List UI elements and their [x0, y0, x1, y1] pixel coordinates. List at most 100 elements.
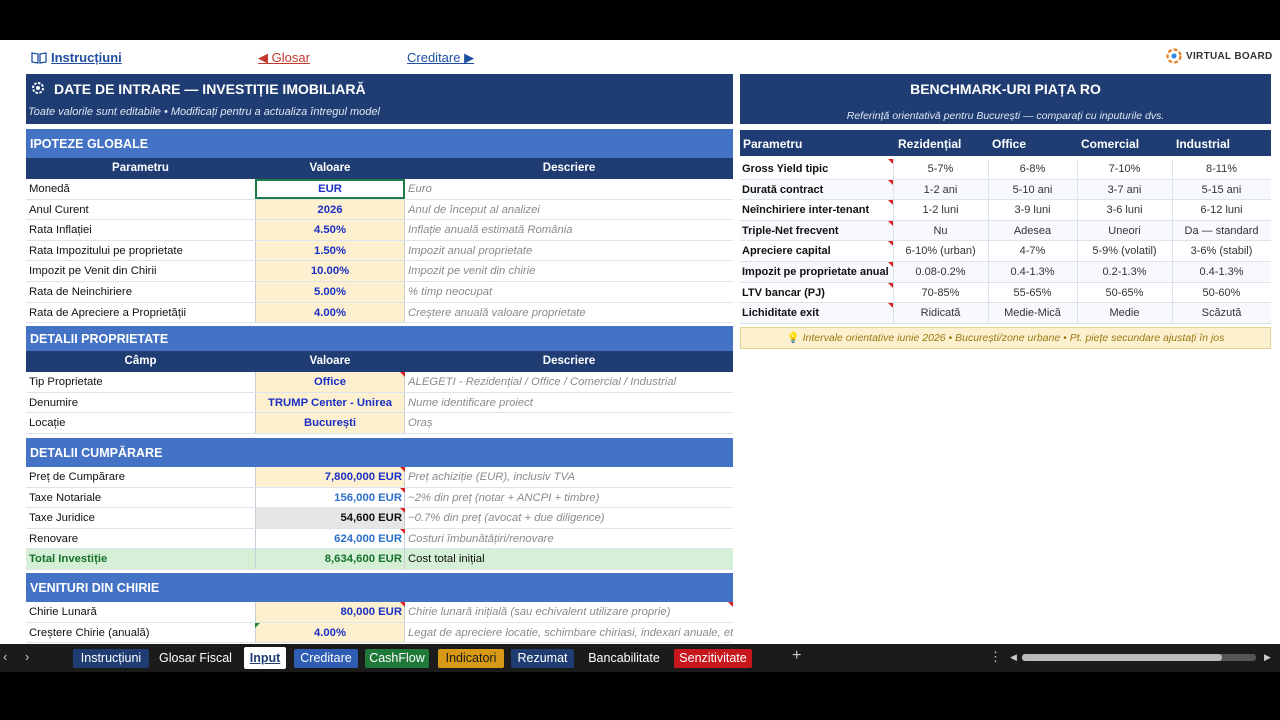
scroll-right-arrow[interactable]: ▶: [1264, 652, 1271, 663]
vacancy-input[interactable]: 5.00%: [255, 282, 405, 302]
tab-next-arrow[interactable]: ›: [25, 649, 29, 664]
location-input[interactable]: București: [255, 413, 405, 433]
row-vacancy: Rata de Neinchiriere 5.00% % timp neocup…: [26, 282, 733, 303]
back-to-glossary-link[interactable]: ◀ Glosar: [258, 50, 310, 66]
cell-desc: ALEGETI - Rezidențial / Office / Comerci…: [408, 376, 677, 388]
column-divider: [893, 241, 894, 261]
project-name-input[interactable]: TRUMP Center - Unirea: [255, 392, 405, 413]
legal-fees-value[interactable]: 54,600 EUR: [255, 508, 405, 528]
current-year-input[interactable]: 2026: [255, 199, 405, 220]
sheet-tab[interactable]: Rezumat: [511, 649, 574, 668]
currency-input[interactable]: EUR: [255, 179, 405, 199]
renovation-value[interactable]: 624,000 EUR: [255, 528, 405, 549]
logo-text: VIRTUAL BOARD: [1186, 51, 1273, 62]
sheet-tab[interactable]: Indicatori: [438, 649, 504, 668]
row-project-name: Denumire TRUMP Center - Unirea Nume iden…: [26, 392, 733, 414]
cell-label: Rata Inflației: [29, 224, 92, 237]
benchmark-cell: Scăzută: [1201, 307, 1242, 320]
benchmark-cell: 50-60%: [1202, 286, 1241, 299]
more-options-icon[interactable]: ⋮: [989, 649, 1002, 665]
cell-label: Locație: [29, 417, 66, 430]
cell-label: Rata de Neinchiriere: [29, 286, 132, 298]
sheet-tab[interactable]: Glosar Fiscal: [154, 649, 237, 668]
benchmark-cell: 3-7 ani: [1107, 183, 1142, 196]
benchmark-cell: 3-9 luni: [1014, 204, 1051, 217]
row-inflation: Rata Inflației 4.50% Inflație anuală est…: [26, 220, 733, 241]
purchase-price-input[interactable]: 7,800,000 EUR: [255, 467, 405, 487]
benchmark-cell: 50-65%: [1105, 286, 1144, 299]
global-table-header: Parametru Valoare Descriere: [26, 158, 733, 179]
sheet-tab[interactable]: Creditare: [294, 649, 358, 668]
rental-tax-input[interactable]: 10.00%: [255, 261, 405, 281]
horizontal-scrollbar-thumb[interactable]: [1022, 654, 1222, 661]
row-property-type: Tip Proprietate Office ALEGETI - Reziden…: [26, 372, 733, 393]
benchmark-row: Durată contract 1-2 ani 5-10 ani 3-7 ani 5-1…: [740, 179, 1271, 201]
column-divider: [988, 159, 989, 179]
forward-to-creditare-link[interactable]: Creditare ▶: [407, 50, 474, 66]
rent-growth-input[interactable]: 4.00%: [255, 622, 405, 643]
cell-desc: Nume identificare proiect: [408, 396, 533, 409]
sheet-tab[interactable]: Bancabilitate: [580, 649, 668, 668]
monthly-rent-input[interactable]: 80,000 EUR: [255, 602, 405, 622]
total-investment-value[interactable]: 8,634,600 EUR: [255, 549, 405, 569]
inflation-input[interactable]: 4.50%: [255, 220, 405, 240]
cell-label: Monedă: [29, 183, 70, 195]
column-divider: [1077, 200, 1078, 220]
gear-icon: [32, 82, 44, 94]
bm-col-rezidential: Rezidențial: [898, 137, 962, 151]
note-indicator: [255, 622, 260, 628]
lightbulb-icon: 💡: [786, 332, 800, 344]
cell-label: Rata de Apreciere a Proprietății: [29, 306, 186, 319]
column-divider: [988, 262, 989, 282]
section-global-assumptions: IPOTEZE GLOBALE: [26, 129, 733, 158]
row-total-investment: Total Investiție 8,634,600 EUR Cost tota…: [26, 549, 733, 570]
benchmark-cell: 55-65%: [1013, 286, 1052, 299]
cell-desc: Cost total inițial: [408, 553, 485, 566]
appreciation-input[interactable]: 4.00%: [255, 302, 405, 323]
column-divider: [988, 303, 989, 323]
benchmark-cell: Da — standard: [1184, 224, 1259, 237]
property-type-select[interactable]: Office: [255, 372, 405, 392]
sheet-tab[interactable]: CashFlow: [365, 649, 429, 668]
benchmark-param: Durată contract: [742, 183, 824, 196]
horizontal-scrollbar-track[interactable]: [1022, 654, 1256, 661]
cell-label: Creștere Chirie (anuală): [29, 626, 150, 639]
benchmark-row: Impozit pe proprietate anual 0.08-0.2% 0.4…: [740, 262, 1271, 283]
benchmark-cell: 1-2 ani: [923, 183, 958, 196]
benchmark-header: BENCHMARK-URI PIAȚA RO Referință orienta…: [740, 74, 1271, 124]
benchmark-cell: Nu: [933, 224, 948, 237]
benchmark-row: Lichiditate exit Ridicată Medie-Mică Medie S…: [740, 303, 1271, 324]
cell-label: Total Investiție: [29, 553, 108, 566]
sheet-tabs-bar: ‹ › Instrucțiuni Glosar Fiscal Input Credit…: [0, 644, 1280, 672]
scroll-left-arrow[interactable]: ◀: [1010, 652, 1017, 663]
instructions-link[interactable]: Instrucțiuni: [51, 50, 122, 65]
notary-fees-value[interactable]: 156,000 EUR: [255, 487, 405, 508]
cell-desc: Impozit anual proprietate: [408, 244, 533, 257]
benchmark-param: Triple-Net frecvent: [742, 224, 839, 237]
benchmark-cell: 7-10%: [1108, 163, 1141, 175]
benchmark-title: BENCHMARK-URI PIAȚA RO: [910, 81, 1101, 97]
benchmark-cell: 0.4-1.3%: [1199, 266, 1244, 278]
column-divider: [1172, 282, 1173, 303]
col-parametru: Parametru: [112, 162, 169, 174]
column-divider: [1077, 303, 1078, 323]
bm-col-comercial: Comercial: [1081, 137, 1140, 151]
row-monthly-rent: Chirie Lunară 80,000 EUR Chirie lunară i…: [26, 602, 733, 623]
section-purchase-details: DETALII CUMPĂRARE: [26, 438, 733, 467]
benchmark-cell: 5-10 ani: [1012, 183, 1053, 196]
cell-desc: Costuri îmbunătățiri/renovare: [408, 532, 554, 545]
benchmark-subtitle: Referință orientativă pentru București —…: [846, 110, 1165, 122]
cell-label: Taxe Notariale: [29, 491, 102, 504]
sheet-tab[interactable]: Input: [244, 647, 286, 669]
sheet-tab[interactable]: Instrucțiuni: [73, 649, 149, 668]
row-rent-growth: Creștere Chirie (anuală) 4.00% Legat de …: [26, 622, 733, 644]
property-tax-input[interactable]: 1.50%: [255, 240, 405, 261]
cell-desc: % timp neocupat: [408, 286, 493, 298]
benchmark-param: Apreciere capital: [742, 245, 831, 258]
sheet-tab[interactable]: Senzitivitate: [674, 649, 752, 668]
section-rental-income: VENITURI DIN CHIRIE: [26, 573, 733, 602]
cell-desc: Euro: [408, 183, 432, 195]
add-sheet-button[interactable]: +: [792, 647, 801, 665]
tab-prev-arrow[interactable]: ‹: [3, 649, 7, 664]
comment-indicator: [888, 220, 893, 226]
